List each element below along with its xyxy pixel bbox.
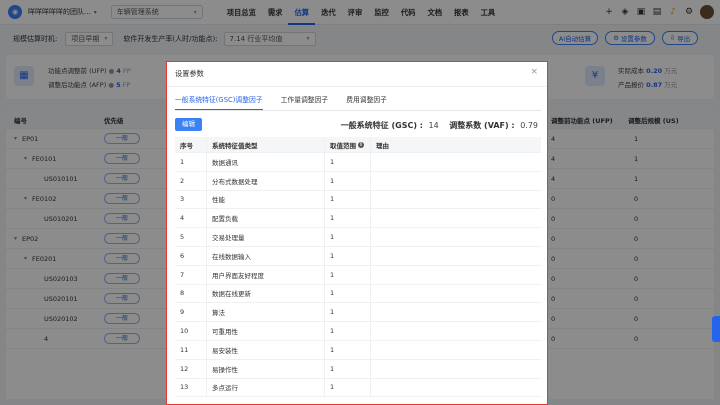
gsc-reason <box>371 266 541 284</box>
side-feedback-tab[interactable] <box>712 316 720 342</box>
modal-title: 设置参数 <box>175 69 204 78</box>
gsc-reason <box>371 303 541 321</box>
gsc-reason <box>371 322 541 340</box>
gsc-type: 易操作性 <box>207 359 325 378</box>
gsc-no: 11 <box>175 340 207 359</box>
gsc-value: 1 <box>325 190 371 209</box>
gsc-table-header: 序号 系统特征值类型 取值范围 i 理由 <box>175 137 541 153</box>
gsc-reason <box>371 247 541 265</box>
gsc-type: 数据在线更新 <box>207 284 325 303</box>
gsc-no: 5 <box>175 228 207 246</box>
tab-gsc[interactable]: 一般系统特征(GSC)调整因子 <box>175 94 263 110</box>
gsc-type: 数据通讯 <box>207 153 325 171</box>
gsc-value: 1 <box>325 284 371 303</box>
gsc-type: 在线数据输入 <box>207 246 325 265</box>
gsc-value: 1 <box>325 265 371 284</box>
tab-underline <box>175 110 541 111</box>
gsc-reason <box>371 191 541 209</box>
gsc-row: 8 数据在线更新 1 <box>175 284 541 304</box>
gsc-reason <box>371 379 541 397</box>
gsc-no: 2 <box>175 171 207 190</box>
gsc-reason <box>371 360 541 378</box>
gsc-value: 1 <box>325 246 371 265</box>
gsc-no: 10 <box>175 322 207 340</box>
gsc-row: 12 易操作性 1 <box>175 359 541 379</box>
gsc-value: 1 <box>325 359 371 378</box>
settings-modal: 设置参数 × 一般系统特征(GSC)调整因子 工作量调整因子 费用调整因子 编辑… <box>166 61 548 405</box>
close-icon[interactable]: × <box>530 67 538 77</box>
gsc-label: 一般系统特征 (GSC) : <box>340 121 423 130</box>
gsc-type: 性能 <box>207 190 325 209</box>
gsc-type: 分布式数据处理 <box>207 171 325 190</box>
gsc-row: 1 数据通讯 1 <box>175 153 541 172</box>
gsc-no: 7 <box>175 265 207 284</box>
edit-button[interactable]: 编辑 <box>175 118 202 131</box>
gsc-no: 8 <box>175 284 207 303</box>
gsc-value: 14 <box>428 121 439 130</box>
vaf-value: 0.79 <box>520 121 538 130</box>
gsc-row: 11 易安装性 1 <box>175 340 541 360</box>
gsc-no: 1 <box>175 153 207 171</box>
gsc-row: 2 分布式数据处理 1 <box>175 171 541 191</box>
gsc-row: 13 多点运行 1 <box>175 378 541 398</box>
gsc-reason <box>371 172 541 190</box>
tab-workload[interactable]: 工作量调整因子 <box>281 94 329 110</box>
modal-tabs: 一般系统特征(GSC)调整因子 工作量调整因子 费用调整因子 <box>175 94 387 110</box>
gsc-reason <box>371 341 541 359</box>
gsc-type: 配置负载 <box>207 209 325 228</box>
gsc-row: 3 性能 1 <box>175 190 541 210</box>
gsc-reason <box>371 285 541 303</box>
gsc-type: 算法 <box>207 303 325 322</box>
gsc-no: 6 <box>175 246 207 265</box>
gsc-reason <box>371 153 541 171</box>
gsc-no: 4 <box>175 209 207 228</box>
gsc-value: 1 <box>325 340 371 359</box>
tab-cost[interactable]: 费用调整因子 <box>346 94 387 110</box>
gsc-value: 1 <box>325 228 371 246</box>
gsc-value: 1 <box>325 209 371 228</box>
gsc-type: 多点运行 <box>207 378 325 397</box>
gsc-table: 序号 系统特征值类型 取值范围 i 理由 1 数据通讯 1 2 分布式数据处理 1 3 性能 1 4… <box>175 137 541 398</box>
col-header-range: 取值范围 i <box>325 137 371 152</box>
gsc-row: 7 用户界面友好程度 1 <box>175 265 541 285</box>
gsc-type: 用户界面友好程度 <box>207 265 325 284</box>
gsc-row: 5 交易处理量 1 <box>175 228 541 247</box>
gsc-reason <box>371 209 541 227</box>
col-header-no: 序号 <box>175 137 207 152</box>
info-icon[interactable]: i <box>358 141 364 148</box>
gsc-type: 交易处理量 <box>207 228 325 246</box>
col-header-type: 系统特征值类型 <box>207 137 325 152</box>
gsc-value: 1 <box>325 303 371 322</box>
gsc-no: 3 <box>175 190 207 209</box>
col-header-range-label: 取值范围 <box>330 141 356 150</box>
gsc-row: 4 配置负载 1 <box>175 209 541 229</box>
gsc-value: 1 <box>325 322 371 340</box>
gsc-no: 9 <box>175 303 207 322</box>
gsc-reason <box>371 228 541 246</box>
gsc-row: 6 在线数据输入 1 <box>175 246 541 266</box>
gsc-value: 1 <box>325 378 371 397</box>
gsc-type: 可重用性 <box>207 322 325 340</box>
modal-divider <box>167 86 547 87</box>
gsc-no: 12 <box>175 359 207 378</box>
gsc-value: 1 <box>325 153 371 171</box>
vaf-label: 调整系数 (VAF) : <box>449 121 515 130</box>
gsc-row: 10 可重用性 1 <box>175 322 541 341</box>
gsc-value: 1 <box>325 171 371 190</box>
gsc-row: 9 算法 1 <box>175 303 541 323</box>
gsc-stats: 一般系统特征 (GSC) : 14 调整系数 (VAF) : 0.79 <box>341 120 538 131</box>
gsc-type: 易安装性 <box>207 340 325 359</box>
gsc-no: 13 <box>175 378 207 397</box>
col-header-reason: 理由 <box>376 141 389 150</box>
